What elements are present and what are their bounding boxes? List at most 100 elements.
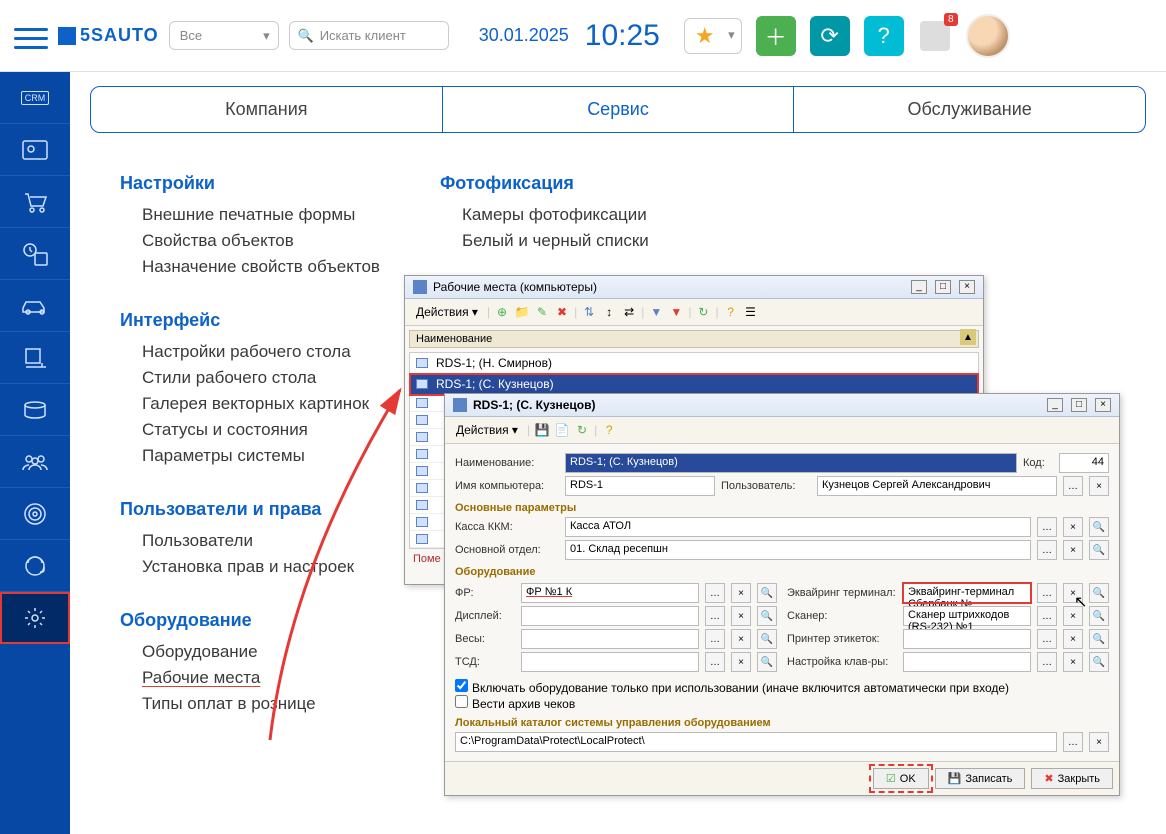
browse-button[interactable]: … (1037, 606, 1057, 626)
help-icon[interactable]: ? (601, 422, 617, 438)
fr-field[interactable]: ФР №1 К (521, 583, 699, 603)
column-header-name[interactable]: Наименование ▲ (409, 330, 979, 348)
user-field[interactable]: Кузнецов Сергей Александрович (817, 476, 1057, 496)
maximize-button[interactable]: □ (1071, 398, 1087, 412)
scanner-field[interactable]: Сканер штрихкодов (RS-232) №1 (903, 606, 1031, 626)
clear-button[interactable]: × (1089, 476, 1109, 496)
sidebar-support[interactable] (0, 540, 70, 592)
help-button[interactable]: ? (864, 16, 904, 56)
search-button[interactable]: 🔍 (757, 606, 777, 626)
sidebar-settings[interactable] (0, 592, 70, 644)
clear-button[interactable]: × (1063, 652, 1083, 672)
search-button[interactable]: 🔍 (757, 583, 777, 603)
minimize-button[interactable]: _ (1047, 398, 1063, 412)
link-obj-props[interactable]: Свойства объектов (120, 228, 380, 254)
list-icon[interactable]: ☰ (743, 304, 759, 320)
browse-button[interactable]: … (1037, 629, 1057, 649)
clear-button[interactable]: × (1063, 606, 1083, 626)
clear-button[interactable]: × (1063, 540, 1083, 560)
link-prop-assign[interactable]: Назначение свойств объектов (120, 254, 380, 280)
search-button[interactable]: 🔍 (1089, 606, 1109, 626)
link-desk-styles[interactable]: Стили рабочего стола (120, 365, 380, 391)
tsd-field[interactable] (521, 652, 699, 672)
keyboard-field[interactable] (903, 652, 1031, 672)
clear-button[interactable]: × (1063, 517, 1083, 537)
search-button[interactable]: 🔍 (1089, 583, 1109, 603)
browse-button[interactable]: … (1037, 540, 1057, 560)
close-button[interactable]: × (1095, 398, 1111, 412)
browse-button[interactable]: … (1037, 517, 1057, 537)
search-button[interactable]: 🔍 (757, 629, 777, 649)
scroll-up-icon[interactable]: ▲ (960, 329, 976, 345)
add-icon[interactable]: ⊕ (494, 304, 510, 320)
link-workplaces[interactable]: Рабочие места (120, 665, 380, 691)
clear-button[interactable]: × (1063, 583, 1083, 603)
search-input[interactable]: 🔍 Искать клиент (289, 21, 449, 50)
save-button[interactable]: 💾Записать (935, 768, 1026, 789)
link-desk-settings[interactable]: Настройки рабочего стола (120, 339, 380, 365)
link-pay-types[interactable]: Типы оплат в рознице (120, 691, 380, 717)
browse-button[interactable]: … (705, 583, 725, 603)
actions-dropdown[interactable]: Действия ▾ (411, 302, 483, 322)
search-button[interactable]: 🔍 (1089, 540, 1109, 560)
code-field[interactable]: 44 (1059, 453, 1109, 473)
filter-icon[interactable]: ▼ (648, 304, 664, 320)
printer-field[interactable] (903, 629, 1031, 649)
close-button[interactable]: × (959, 280, 975, 294)
browse-button[interactable]: … (1037, 652, 1057, 672)
computer-field[interactable]: RDS-1 (565, 476, 715, 496)
browse-button[interactable]: … (705, 652, 725, 672)
link-cameras[interactable]: Камеры фотофиксации (440, 202, 649, 228)
ok-button[interactable]: ☑OK (873, 768, 929, 789)
sidebar-target[interactable] (0, 488, 70, 540)
browse-button[interactable]: … (705, 606, 725, 626)
refresh-icon[interactable]: ↻ (695, 304, 711, 320)
link-users[interactable]: Пользователи (120, 528, 380, 554)
kkm-field[interactable]: Касса АТОЛ (565, 517, 1031, 537)
clear-button[interactable]: × (731, 652, 751, 672)
clear-filter-icon[interactable]: ▼ (668, 304, 684, 320)
link-equipment[interactable]: Оборудование (120, 639, 380, 665)
sidebar-schedule[interactable] (0, 228, 70, 280)
sidebar-staff[interactable] (0, 436, 70, 488)
link-statuses[interactable]: Статусы и состояния (120, 417, 380, 443)
doc-icon[interactable]: 📄 (554, 422, 570, 438)
delete-icon[interactable]: ✖ (554, 304, 570, 320)
refresh-icon[interactable]: ↻ (574, 422, 590, 438)
clear-button[interactable]: × (731, 583, 751, 603)
scale-field[interactable] (521, 629, 699, 649)
sidebar-finance[interactable] (0, 384, 70, 436)
sidebar-crm[interactable]: CRM (0, 72, 70, 124)
folder-add-icon[interactable]: 📁 (514, 304, 530, 320)
dept-field[interactable]: 01. Склад ресепшн (565, 540, 1031, 560)
move-up-icon[interactable]: ↕ (601, 304, 617, 320)
add-button[interactable]: ＋ (756, 16, 796, 56)
browse-button[interactable]: … (705, 629, 725, 649)
hierarchy-icon[interactable]: ⇅ (581, 304, 597, 320)
enable-on-use-checkbox[interactable] (455, 679, 468, 692)
clear-button[interactable]: × (1063, 629, 1083, 649)
tab-service[interactable]: Сервис (443, 87, 795, 132)
list-row[interactable]: RDS-1; (Н. Смирнов) (410, 353, 978, 374)
sidebar-car[interactable] (0, 280, 70, 332)
tab-maintenance[interactable]: Обслуживание (794, 87, 1145, 132)
sync-button[interactable]: ⟳ (810, 16, 850, 56)
search-button[interactable]: 🔍 (757, 652, 777, 672)
actions-dropdown[interactable]: Действия ▾ (451, 420, 523, 440)
link-sys-params[interactable]: Параметры системы (120, 443, 380, 469)
acquiring-field[interactable]: Эквайринг-терминал Сбербанк № (903, 583, 1031, 603)
notifications[interactable]: 8 (920, 21, 950, 51)
tab-company[interactable]: Компания (91, 87, 443, 132)
sidebar-cart[interactable] (0, 176, 70, 228)
clear-button[interactable]: × (731, 606, 751, 626)
hamburger-menu[interactable] (14, 22, 48, 50)
minimize-button[interactable]: _ (911, 280, 927, 294)
display-field[interactable] (521, 606, 699, 626)
search-button[interactable]: 🔍 (1089, 652, 1109, 672)
archive-checkbox[interactable] (455, 695, 468, 708)
scope-select[interactable]: Все (169, 21, 279, 50)
browse-button[interactable]: … (1063, 732, 1083, 752)
sidebar-warehouse[interactable] (0, 332, 70, 384)
save-icon[interactable]: 💾 (534, 422, 550, 438)
user-avatar[interactable] (966, 14, 1010, 58)
